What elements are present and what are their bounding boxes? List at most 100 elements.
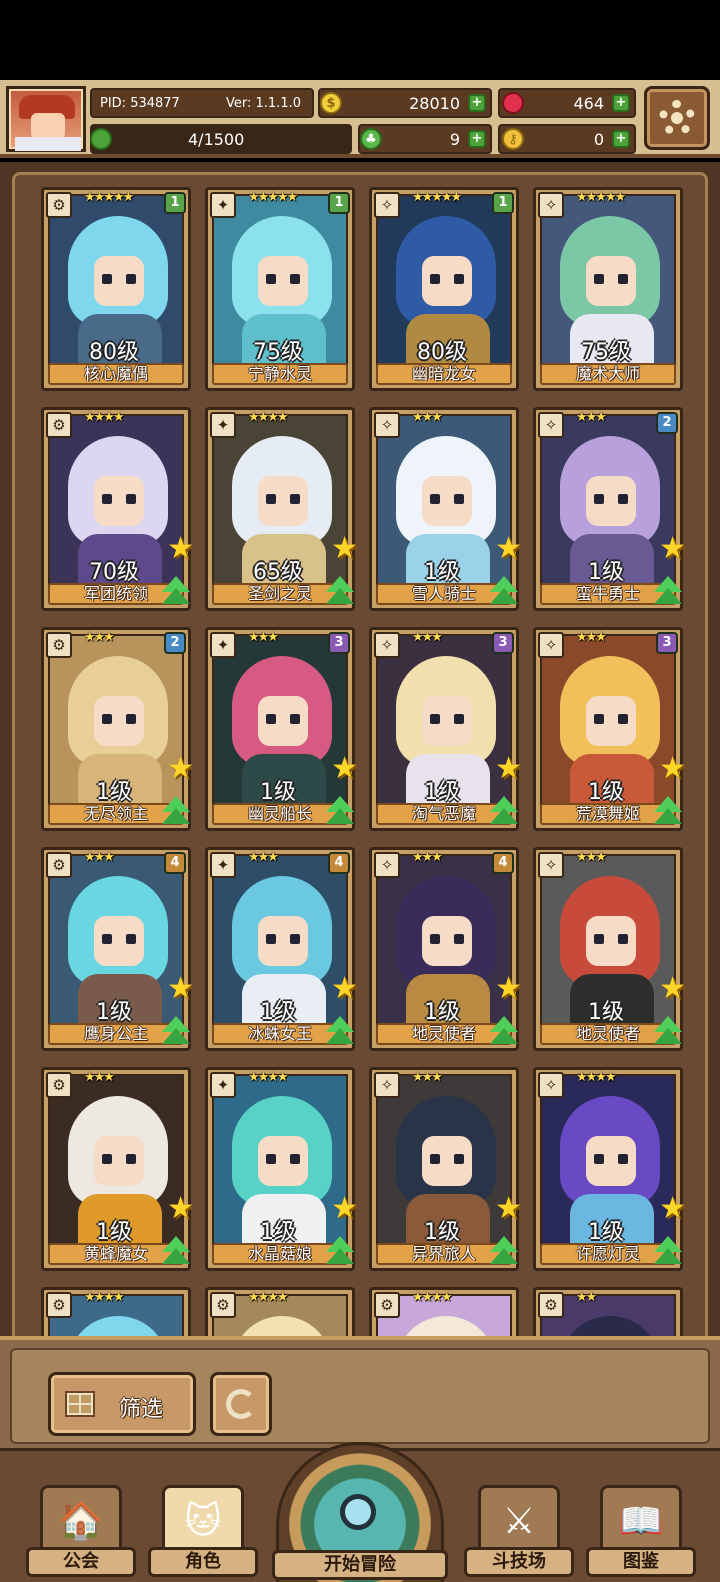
rarity-stars: ★★★ [84,1070,115,1085]
level-up-arrow-icon [160,1236,192,1266]
character-card[interactable]: ✦ ★★★★ 65级 圣剑之灵 ★ [205,407,358,611]
player-avatar[interactable] [6,86,86,152]
version-text: Ver: 1.1.1.0 [226,95,301,111]
tier-badge: 2 [656,412,678,434]
character-card[interactable]: ⚙ ★★★ 4 1级 鹰身公主 ★ [41,847,194,1051]
gem-icon [502,92,524,114]
tier-badge: 4 [492,852,514,874]
rarity-stars: ★★★ [412,410,443,425]
level-up-arrow-icon [488,796,520,826]
gold-plus-button[interactable]: + [468,94,486,112]
status-bar [0,0,720,80]
character-card[interactable]: ✦ ★★★★ 1级 水晶菇娘 ★ [205,1067,358,1271]
character-card[interactable]: ✧ ★★★★ 1级 许愿灯灵 ★ [533,1067,686,1271]
tier-badge: 4 [328,852,350,874]
refresh-button[interactable] [210,1372,272,1436]
rarity-stars: ★★★★ [248,410,289,425]
level-up-arrow-icon [160,796,192,826]
nav-guild-label: 公会 [26,1547,136,1577]
clover-amount: 9 [449,129,460,149]
gems-bar: 464 + [498,88,636,118]
character-level: 75级 [581,340,631,365]
exp-bar: 4/1500 [90,124,352,154]
nav-character[interactable]: 🐱 角色 [148,1461,258,1577]
class-icon: ⚙ [46,1072,72,1098]
exp-text: 4/1500 [188,129,245,149]
rarity-stars: ★★★★ [412,1290,453,1305]
character-card-partial[interactable]: ⚙ ★★★★ [205,1287,355,1342]
key-plus-button[interactable]: + [612,130,630,148]
nav-arena[interactable]: ⚔ 斗技场 [464,1461,574,1577]
class-icon: ✦ [210,632,236,658]
rarity-stars: ★★★ [576,630,607,645]
character-card[interactable]: ✦ ★★★★★ 1 75级 宁静水灵 [205,187,355,391]
settings-button[interactable] [644,86,710,150]
rarity-stars: ★★★ [412,630,443,645]
gems-amount: 464 [573,93,604,113]
key-bar: ⚷ 0 + [498,124,636,154]
class-icon: ✦ [210,412,236,438]
class-icon: ✦ [210,1072,236,1098]
nav-guild[interactable]: 🏠 公会 [26,1461,136,1577]
rarity-stars: ★★★★ [84,1290,125,1305]
character-card-partial[interactable]: ⚙ ★★★★ [41,1287,191,1342]
tier-badge: 4 [164,852,186,874]
character-card[interactable]: ✦ ★★★ 3 1级 幽灵船长 ★ [205,627,358,831]
rarity-stars: ★★★★ [248,1290,289,1305]
clover-plus-button[interactable]: + [468,130,486,148]
star-upgrade-icon: ★ [167,971,194,1006]
character-card-partial[interactable]: ⚙ ★★★★ [369,1287,519,1342]
character-card[interactable]: ✧ ★★★ 1级 地灵使者 ★ [533,847,686,1051]
character-card[interactable]: ✧ ★★★ 4 1级 地灵使者 ★ [369,847,522,1051]
character-name: 核心魔偶 [48,363,184,385]
character-card[interactable]: ✧ ★★★ 3 1级 淘气恶魔 ★ [369,627,522,831]
pid-text: PID: 534877 [100,95,180,111]
character-card[interactable]: ✧ ★★★ 3 1级 荒漠舞姬 ★ [533,627,686,831]
gold-amount: 28010 [409,93,460,113]
character-card[interactable]: ⚙ ★★★★ 70级 军团统领 ★ [41,407,194,611]
rarity-stars: ★★★★★ [248,190,298,205]
class-icon: ⚙ [538,1292,564,1318]
nav-adventure-label: 开始冒险 [272,1550,448,1580]
character-card[interactable]: ⚙ ★★★★★ 1 80级 核心魔偶 [41,187,191,391]
clover-icon: ♣ [360,128,382,150]
level-up-arrow-icon [652,576,684,606]
character-level: 80级 [417,340,467,365]
character-card[interactable]: ✧ ★★★ 2 1级 蛮牛勇士 ★ [533,407,686,611]
star-upgrade-icon: ★ [659,1191,686,1226]
character-card[interactable]: ✧ ★★★ 1级 异界旅人 ★ [369,1067,522,1271]
tier-badge: 3 [328,632,350,654]
rarity-stars: ★★ [576,1290,597,1305]
gold-bar: $ 28010 + [318,88,492,118]
character-card[interactable]: ✧ ★★★ 1级 雪人骑士 ★ [369,407,522,611]
level-up-arrow-icon [160,1016,192,1046]
rarity-stars: ★★★★★ [412,190,462,205]
gems-plus-button[interactable]: + [612,94,630,112]
nav-adventure[interactable]: 开始冒险 [272,1442,448,1582]
nav-character-label: 角色 [148,1547,258,1577]
nav-codex[interactable]: 📖 图鉴 [586,1461,696,1577]
rarity-stars: ★★★ [412,850,443,865]
class-icon: ⚙ [46,852,72,878]
character-card[interactable]: ⚙ ★★★ 2 1级 无尽领主 ★ [41,627,194,831]
class-icon: ⚙ [374,1292,400,1318]
character-card-partial[interactable]: ⚙ ★★ [533,1287,683,1342]
character-card[interactable]: ✦ ★★★ 4 1级 冰蛛女王 ★ [205,847,358,1051]
star-upgrade-icon: ★ [167,751,194,786]
character-name: 魔术大师 [540,363,676,385]
star-upgrade-icon: ★ [495,971,522,1006]
star-upgrade-icon: ★ [659,531,686,566]
character-card[interactable]: ⚙ ★★★ 1级 黄蜂魔女 ★ [41,1067,194,1271]
filter-button[interactable]: 筛选 [48,1372,196,1436]
character-card[interactable]: ✧ ★★★★★ 75级 魔术大师 [533,187,683,391]
character-card[interactable]: ✧ ★★★★★ 1 80级 幽暗龙女 [369,187,519,391]
filter-label: 筛选 [119,1397,164,1422]
rarity-stars: ★★★★★ [576,190,626,205]
class-icon: ⚙ [46,412,72,438]
tier-badge: 1 [328,192,350,214]
star-upgrade-icon: ★ [495,751,522,786]
rarity-stars: ★★★ [576,410,607,425]
class-icon: ✧ [538,412,564,438]
level-up-arrow-icon [324,796,356,826]
level-up-arrow-icon [652,796,684,826]
